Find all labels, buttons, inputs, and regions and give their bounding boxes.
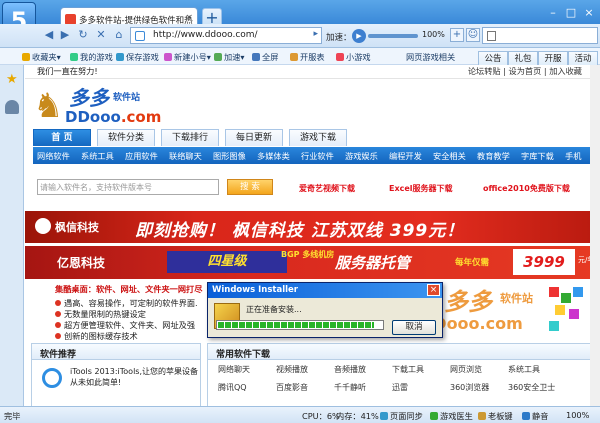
web-content: 我们一直在努力! 论坛转贴 | 设为首页 | 加入收藏 ♞ 多多 软件站 DDo…: [25, 65, 600, 406]
refresh-icon[interactable]: ↻: [76, 28, 90, 42]
close-tab-icon[interactable]: ×: [185, 13, 193, 23]
cat-link[interactable]: 行业软件: [301, 150, 334, 162]
hot-link[interactable]: office2010免费版下载: [483, 183, 570, 194]
fav-item-webgame[interactable]: 网页游戏相关: [406, 51, 455, 63]
main-nav: 首 页 软件分类 下载排行 每日更新 游戏下载: [33, 129, 593, 147]
fav-item-newacct[interactable]: 新建小号▾: [164, 51, 211, 63]
fav-item-servers[interactable]: 开服表: [290, 51, 325, 63]
site-search-button[interactable]: 搜 索: [227, 179, 273, 195]
stop-icon[interactable]: ✕: [94, 28, 108, 42]
ad-banner-1[interactable]: 枫信科技 即刻抢购！ 枫信科技 江苏双线 399元！: [25, 211, 600, 243]
address-bar[interactable]: http://www.ddooo.com/ ▸: [130, 27, 322, 44]
top-links[interactable]: 论坛转贴 | 设为首页 | 加入收藏: [468, 65, 582, 78]
close-window-icon[interactable]: ×: [582, 6, 596, 20]
speed-label: 加速：: [326, 33, 352, 43]
hot-link[interactable]: Excel服务器下载: [389, 183, 453, 194]
search-row: 请输入软件名，支持软件版本号 搜 索 爱奇艺视频下载 Excel服务器下载 of…: [37, 176, 597, 200]
fav-item-collect[interactable]: 收藏夹▾: [22, 51, 61, 63]
cat-link[interactable]: 多媒体类: [257, 150, 290, 162]
horse-logo-icon: ♞: [33, 86, 64, 126]
installer-dialog: Windows Installer × 正在准备安装... 取消: [207, 282, 443, 338]
panel-title: 常用软件下载: [208, 344, 597, 360]
dialog-close-icon[interactable]: ×: [427, 284, 440, 296]
cat-link[interactable]: 联络聊天: [169, 150, 202, 162]
recommend-panel: 软件推荐 iTools 2013:iTools,让您的苹果设备从未如此简单!: [31, 343, 201, 406]
minimize-icon[interactable]: –: [546, 6, 560, 20]
status-text: 完毕: [4, 411, 21, 421]
nav-updates[interactable]: 每日更新: [225, 129, 283, 146]
cat-link[interactable]: 游戏娱乐: [345, 150, 378, 162]
cancel-button[interactable]: 取消: [392, 320, 436, 335]
nav-games[interactable]: 游戏下载: [289, 129, 347, 146]
home-icon[interactable]: ⌂: [112, 28, 126, 42]
common-software-panel: 常用软件下载 网络聊天 视频播放 音频播放 下载工具 网页浏览 系统工具 腾讯Q…: [207, 343, 598, 406]
search-box[interactable]: [482, 27, 598, 44]
status-bar: 完毕 CPU：6% 内存：41% 页面同步 游戏医生 老板键 静音 100%: [0, 406, 600, 423]
itools-text[interactable]: iTools 2013:iTools,让您的苹果设备从未如此简单!: [70, 366, 198, 388]
category-bar: 网络软件 系统工具 应用软件 联络聊天 图形图像 多媒体类 行业软件 游戏娱乐 …: [33, 147, 600, 164]
dialog-title: Windows Installer: [208, 283, 442, 298]
site-topbar: 我们一直在努力! 论坛转贴 | 设为首页 | 加入收藏: [25, 65, 600, 79]
side-panel: [0, 65, 24, 406]
nav-categories[interactable]: 软件分类: [97, 129, 155, 146]
site-search-input[interactable]: 请输入软件名，支持软件版本号: [37, 179, 219, 195]
fav-item-fullscreen[interactable]: 全屏: [252, 51, 278, 63]
slider-track[interactable]: [368, 34, 418, 38]
fengxin-logo-icon: [35, 218, 51, 234]
page-sync[interactable]: 页面同步: [380, 410, 423, 422]
play-icon[interactable]: ▶: [352, 29, 366, 43]
fav-item-mygames[interactable]: 我的游戏: [70, 51, 113, 63]
cat-link[interactable]: 安全相关: [433, 150, 466, 162]
maximize-icon[interactable]: □: [564, 6, 578, 20]
back-icon[interactable]: ◀: [42, 28, 56, 42]
address-text: http://www.ddooo.com/: [153, 30, 258, 40]
cat-link[interactable]: 图形图像: [213, 150, 246, 162]
forward-icon[interactable]: ▶: [58, 28, 72, 42]
hot-link[interactable]: 爱奇艺视频下载: [299, 183, 355, 194]
speed-percent: 100%: [422, 30, 445, 39]
ad-banner-2[interactable]: 亿恩科技 四星级 BGP 多线机房 服务器托管 每年仅需 3999 元/年: [25, 246, 600, 279]
fav-item-save[interactable]: 保存游戏: [116, 51, 159, 63]
welcome-text: 我们一直在努力!: [37, 66, 98, 76]
fav-item-speed[interactable]: 加速▾: [214, 51, 245, 63]
doc-icon: [487, 31, 496, 41]
user-icon[interactable]: [5, 100, 19, 114]
mem-usage: 内存：41%: [336, 411, 379, 421]
cat-link[interactable]: 网络软件: [37, 150, 70, 162]
progress-fill: [218, 322, 374, 328]
user-icon[interactable]: ☺: [466, 28, 480, 42]
itools-icon[interactable]: [42, 368, 62, 388]
cpu-usage: CPU：6%: [302, 411, 340, 421]
cat-link[interactable]: 字库下载: [521, 150, 554, 162]
panel-title: 软件推荐: [32, 344, 200, 360]
nav-home[interactable]: 首 页: [33, 129, 91, 146]
cat-link[interactable]: 手机: [565, 150, 581, 162]
vertical-scrollbar[interactable]: [590, 65, 600, 406]
install-progress-bar: [216, 320, 384, 330]
mute-toggle[interactable]: 静音: [522, 410, 548, 422]
cat-link[interactable]: 应用软件: [125, 150, 158, 162]
boss-key[interactable]: 老板键: [478, 410, 513, 422]
speed-slider[interactable]: ▶ 100%: [352, 29, 448, 43]
favorites-star-icon[interactable]: ★: [6, 72, 18, 87]
cat-link[interactable]: 教育教学: [477, 150, 510, 162]
page-icon: [135, 31, 145, 41]
dialog-message: 正在准备安装...: [246, 305, 302, 314]
fav-item-minigame[interactable]: 小游戏: [336, 51, 371, 63]
go-icon[interactable]: ▸: [313, 29, 318, 39]
nav-ranking[interactable]: 下载排行: [161, 129, 219, 146]
zoom-level[interactable]: 100%: [566, 410, 589, 420]
site-logo[interactable]: ♞ 多多 软件站 DDooo.com: [33, 80, 161, 132]
game-doctor[interactable]: 游戏医生: [430, 410, 473, 422]
cat-link[interactable]: 系统工具: [81, 150, 114, 162]
cat-link[interactable]: 编程开发: [389, 150, 422, 162]
zoom-in-icon[interactable]: +: [450, 28, 464, 42]
